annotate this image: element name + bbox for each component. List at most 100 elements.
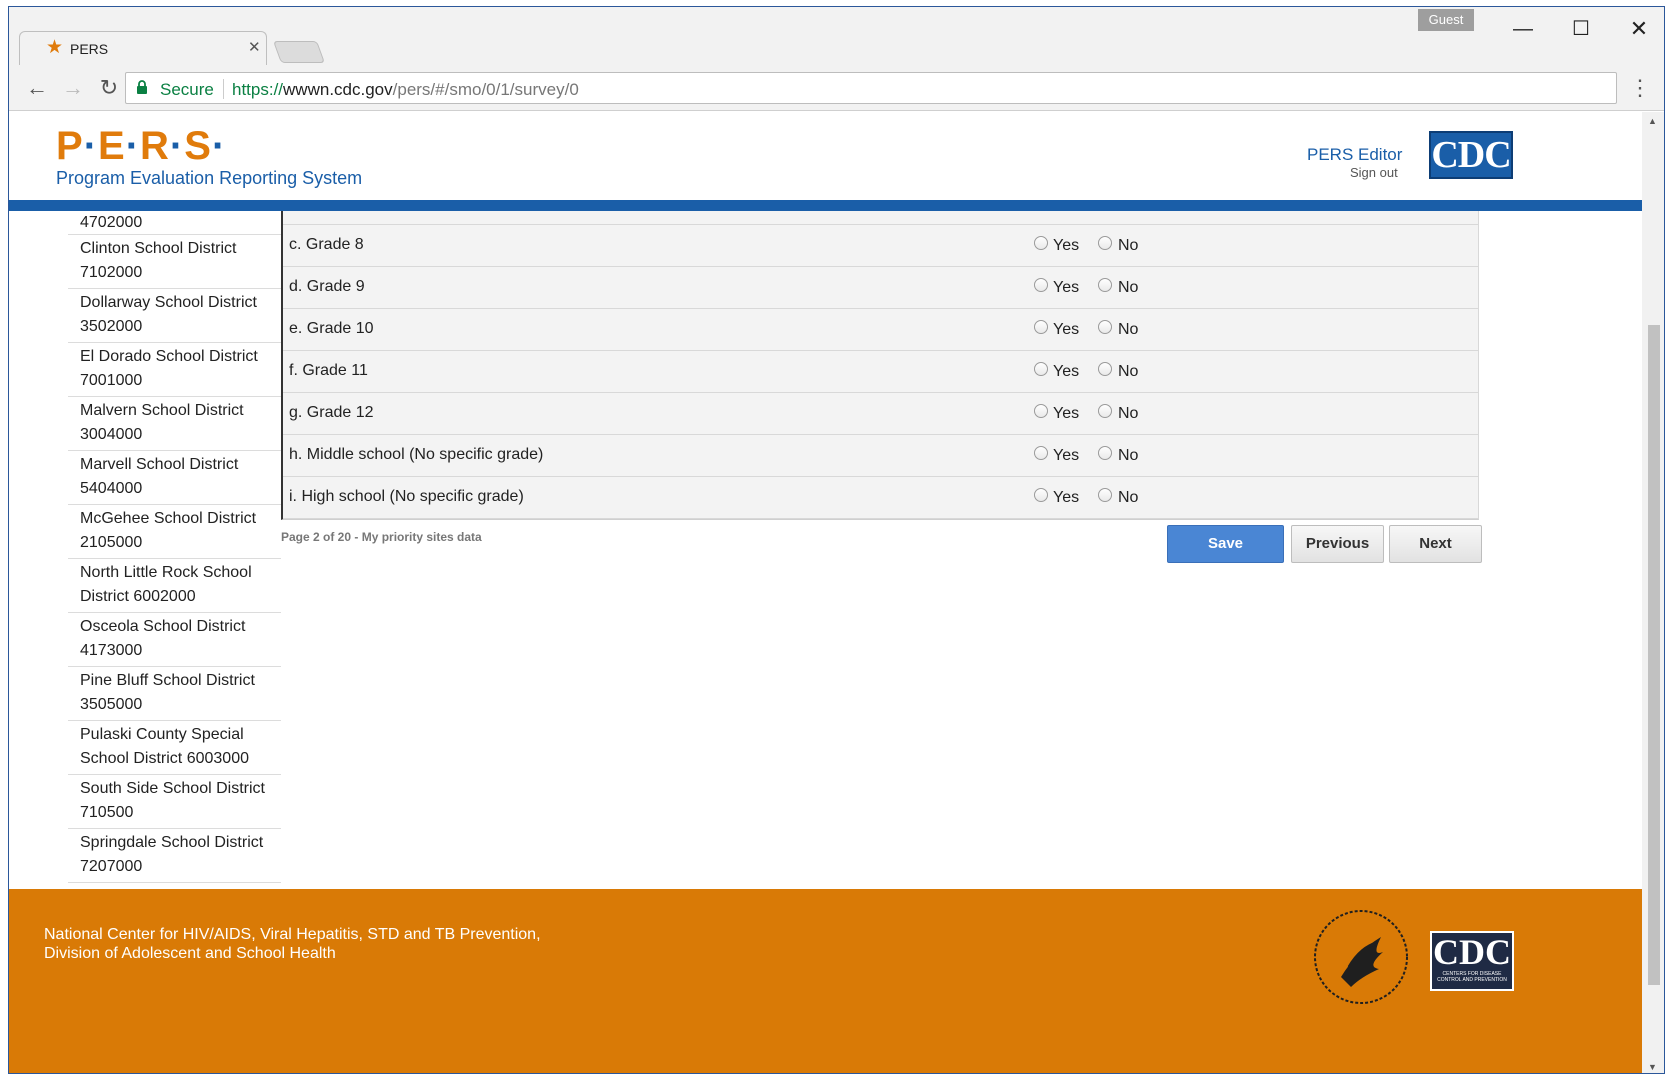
pers-editor-link[interactable]: PERS Editor [1307,145,1402,165]
question-label: e. Grade 10 [289,320,374,337]
question-label: h. Middle school (No specific grade) [289,446,544,463]
lock-icon [137,80,147,94]
yes-label[interactable]: Yes [1053,405,1079,423]
question-row: d. Grade 9 Yes No [283,267,1478,309]
forward-arrow-icon[interactable]: → [59,75,87,101]
list-item[interactable]: North Little Rock School District 600200… [68,559,281,613]
yes-radio[interactable] [1034,404,1048,418]
page-viewport: P·E·R·S· Program Evaluation Reporting Sy… [9,112,1642,1073]
site-header: P·E·R·S· Program Evaluation Reporting Sy… [9,112,1642,200]
scrollbar-thumb[interactable] [1648,325,1660,985]
list-item[interactable]: El Dorado School District 7001000 [68,343,281,397]
footer-line-2: Division of Adolescent and School Health [44,945,336,962]
yes-radio[interactable] [1034,236,1048,250]
question-label: g. Grade 12 [289,404,374,421]
yes-label[interactable]: Yes [1053,489,1079,507]
yes-label[interactable]: Yes [1053,237,1079,255]
new-tab-button[interactable] [272,41,326,63]
no-radio[interactable] [1098,236,1112,250]
back-arrow-icon[interactable]: ← [23,75,51,101]
url-text[interactable]: https://wwwn.cdc.gov/pers/#/smo/0/1/surv… [232,80,579,100]
footer-text: National Center for HIV/AIDS, Viral Hepa… [44,925,541,963]
question-label: i. High school (No specific grade) [289,488,524,505]
no-label[interactable]: No [1118,489,1138,507]
list-item[interactable]: Osceola School District 4173000 [68,613,281,667]
reload-icon[interactable]: ↻ [95,75,123,101]
no-radio[interactable] [1098,362,1112,376]
no-label[interactable]: No [1118,279,1138,297]
yes-label[interactable]: Yes [1053,363,1079,381]
question-row: f. Grade 11 Yes No [283,351,1478,393]
page-status: Page 2 of 20 - My priority sites data [281,530,482,544]
window-frame: ★ PERS ✕ Guest — ☐ ✕ ← → ↻ Secure https: [8,6,1665,1074]
guest-badge[interactable]: Guest [1418,9,1474,31]
question-row: g. Grade 12 Yes No [283,393,1478,435]
question-label: f. Grade 11 [289,362,368,379]
list-item[interactable]: Clinton School District 7102000 [68,235,281,289]
previous-button[interactable]: Previous [1291,525,1384,563]
maximize-icon[interactable]: ☐ [1558,9,1604,49]
url-scheme: https:// [232,80,284,99]
list-item[interactable]: Pulaski County Special School District 6… [68,721,281,775]
question-label: c. Grade 8 [289,236,364,253]
pers-logo-letters: P·E·R·S· [56,124,227,168]
list-item[interactable]: Dollarway School District 3502000 [68,289,281,343]
hhs-seal-icon[interactable] [1311,907,1411,1007]
yes-label[interactable]: Yes [1053,321,1079,339]
no-label[interactable]: No [1118,363,1138,381]
question-row-partial [283,211,1478,225]
question-label: d. Grade 9 [289,278,365,295]
no-radio[interactable] [1098,404,1112,418]
cdc-logo[interactable]: CDC [1429,131,1513,179]
yes-radio[interactable] [1034,446,1048,460]
list-item[interactable]: Pine Bluff School District 3505000 [68,667,281,721]
browser-menu-icon[interactable]: ⋮ [1629,75,1651,101]
yes-radio[interactable] [1034,278,1048,292]
question-row: c. Grade 8 Yes No [283,225,1478,267]
save-button[interactable]: Save [1167,525,1284,563]
close-window-icon[interactable]: ✕ [1616,9,1662,49]
question-row: i. High school (No specific grade) Yes N… [283,477,1478,519]
no-label[interactable]: No [1118,447,1138,465]
cdc-footer-logo[interactable]: CDC CENTERS FOR DISEASE CONTROL AND PREV… [1430,931,1514,991]
browser-toolbar: ← → ↻ Secure https://wwwn.cdc.gov/pers/#… [9,65,1664,111]
close-tab-icon[interactable]: ✕ [248,40,261,56]
tab-pers[interactable]: ★ PERS ✕ [19,31,267,65]
no-label[interactable]: No [1118,237,1138,255]
secure-label: Secure [160,80,214,99]
address-bar[interactable]: Secure https://wwwn.cdc.gov/pers/#/smo/0… [125,72,1617,104]
yes-label[interactable]: Yes [1053,447,1079,465]
star-icon: ★ [46,37,64,58]
question-row: h. Middle school (No specific grade) Yes… [283,435,1478,477]
yes-radio[interactable] [1034,362,1048,376]
list-item[interactable]: South Side School District 710500 [68,775,281,829]
no-radio[interactable] [1098,488,1112,502]
minimize-icon[interactable]: — [1500,9,1546,49]
no-radio[interactable] [1098,278,1112,292]
sign-out-link[interactable]: Sign out [1350,165,1398,180]
url-host: wwwn.cdc.gov [283,80,393,99]
title-bar: ★ PERS ✕ Guest — ☐ ✕ [9,7,1664,65]
no-label[interactable]: No [1118,321,1138,339]
list-item[interactable]: McGehee School District 2105000 [68,505,281,559]
header-divider [9,200,1642,211]
yes-label[interactable]: Yes [1053,279,1079,297]
list-item[interactable]: Malvern School District 3004000 [68,397,281,451]
scroll-up-icon[interactable]: ▲ [1648,116,1657,126]
yes-radio[interactable] [1034,488,1048,502]
pers-logo[interactable]: P·E·R·S· Program Evaluation Reporting Sy… [56,124,362,189]
site-footer: National Center for HIV/AIDS, Viral Hepa… [9,889,1642,1073]
question-panel: c. Grade 8 Yes No d. Grade 9 Yes No e. G… [281,211,1479,520]
next-button[interactable]: Next [1389,525,1482,563]
page-scrollbar[interactable]: ▲ ▼ [1642,112,1664,1073]
list-item[interactable]: 4702000 [68,211,281,235]
yes-radio[interactable] [1034,320,1048,334]
cdc-footer-logo-caption: CENTERS FOR DISEASE CONTROL AND PREVENTI… [1437,971,1507,983]
no-radio[interactable] [1098,446,1112,460]
list-item[interactable]: Marvell School District 5404000 [68,451,281,505]
tab-title: PERS [70,41,109,57]
no-radio[interactable] [1098,320,1112,334]
scroll-down-icon[interactable]: ▼ [1648,1062,1657,1072]
no-label[interactable]: No [1118,405,1138,423]
list-item[interactable]: Springdale School District 7207000 [68,829,281,883]
